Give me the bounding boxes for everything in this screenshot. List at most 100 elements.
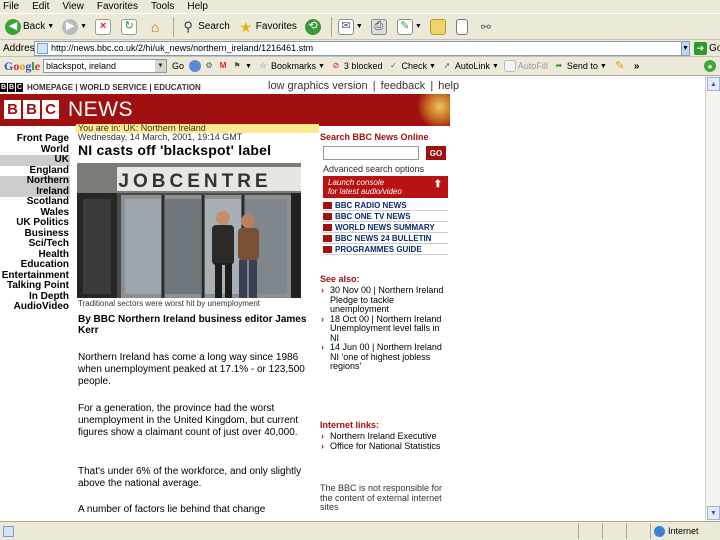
autofill-button[interactable]: AutoFill: [503, 60, 548, 72]
broadcast-icon: [323, 201, 332, 209]
menu-view[interactable]: View: [62, 1, 84, 12]
bookmarks-button[interactable]: ☆ Bookmarks ▼: [257, 60, 325, 72]
back-label: Back: [23, 21, 46, 32]
nav-item[interactable]: Scotland: [0, 196, 70, 208]
mail-button[interactable]: ✉ ▼: [335, 16, 366, 38]
nav-item[interactable]: Front Page: [0, 133, 70, 145]
menu-help[interactable]: Help: [187, 1, 208, 12]
bbc-logo: B B C: [4, 100, 61, 119]
page-title: NI casts off 'blackspot' label: [78, 142, 272, 158]
list-item[interactable]: 30 Nov 00 | Northern IrelandPledge to ta…: [320, 285, 450, 315]
av-link[interactable]: BBC NEWS 24 BULLETIN: [323, 233, 448, 244]
stop-icon: ×: [95, 18, 112, 35]
forward-button[interactable]: ▶ ▼: [59, 16, 90, 38]
back-arrow-icon: ◀: [5, 18, 21, 35]
go-label: Go: [708, 42, 720, 54]
bbc-news-banner[interactable]: B B C NEWS: [0, 94, 450, 126]
back-button[interactable]: ◀ Back ▼: [2, 16, 57, 38]
stop-button[interactable]: ×: [92, 16, 116, 38]
address-dropdown-button[interactable]: ▼: [681, 40, 690, 56]
favorites-button[interactable]: ★ Favorites: [235, 16, 300, 38]
menu-tools[interactable]: Tools: [151, 1, 174, 12]
nav-item[interactable]: UK Politics: [0, 217, 70, 229]
toolbar-overflow-chevron-icon[interactable]: »: [634, 61, 640, 72]
search-button[interactable]: ⚲ Search: [177, 16, 233, 38]
edit-icon: ✎: [396, 18, 413, 35]
av-link[interactable]: BBC ONE TV NEWS: [323, 211, 448, 222]
discuss-button[interactable]: [427, 16, 451, 38]
gmail-icon: M: [219, 61, 227, 70]
low-graphics-link[interactable]: low graphics version: [268, 80, 368, 92]
launch-console-button[interactable]: Launch console for latest audio/video ⬆: [323, 176, 448, 198]
nav-item[interactable]: UK: [0, 154, 70, 166]
list-item[interactable]: 14 Jun 00 | Northern IrelandNI 'one of h…: [320, 342, 450, 372]
pin-icon: ⚑: [233, 61, 241, 70]
page-icon: [37, 42, 48, 54]
send-to-button[interactable]: ➦ Send to ▼: [553, 60, 607, 72]
print-button[interactable]: ⎙: [368, 16, 392, 38]
nav-item[interactable]: AudioVideo: [0, 301, 70, 313]
menu-favorites[interactable]: Favorites: [97, 1, 138, 12]
search-icon: ⚲: [183, 19, 193, 34]
see-also-list: 30 Nov 00 | Northern IrelandPledge to ta…: [320, 285, 450, 372]
google-dropdown-icon[interactable]: ▼: [155, 60, 167, 72]
messenger-button[interactable]: [453, 16, 473, 38]
menu-bar: File Edit View Favorites Tools Help: [0, 0, 720, 14]
scroll-down-icon[interactable]: ▼: [707, 506, 720, 520]
article-date: Wednesday, 14 March, 2001, 19:14 GMT: [78, 132, 243, 142]
go-button[interactable]: ➜ Go: [693, 41, 720, 55]
nav-item[interactable]: Education: [0, 259, 70, 271]
research-button[interactable]: ⚯: [475, 16, 499, 38]
globe-icon: [654, 525, 665, 537]
autolink-icon: ➚: [443, 61, 451, 70]
highlight-icon[interactable]: ✎: [612, 58, 628, 74]
standard-toolbar: ◀ Back ▼ ▶ ▼ × ↻ ⌂ ⚲ Search ★ Favorites …: [0, 14, 720, 40]
menu-edit[interactable]: Edit: [32, 1, 49, 12]
page-status-icon: [3, 525, 14, 537]
bbc-small-logo[interactable]: B B C: [0, 82, 24, 92]
nav-item[interactable]: Northern: [0, 175, 70, 187]
av-link[interactable]: BBC RADIO NEWS: [323, 200, 448, 211]
autolink-button[interactable]: ➚ AutoLink ▼: [441, 60, 499, 72]
jobcentre-photo: JOBCENTRE: [77, 163, 301, 298]
menu-file[interactable]: File: [3, 1, 19, 12]
article-paragraph: For a generation, the province had the w…: [78, 403, 299, 438]
history-button[interactable]: ⟲: [302, 16, 326, 38]
google-logo[interactable]: Google: [0, 59, 43, 74]
search-input[interactable]: [323, 146, 419, 160]
spellcheck-button[interactable]: ✓ Check ▼: [387, 60, 436, 72]
see-also-heading: See also:: [320, 274, 360, 284]
popup-blocker-button[interactable]: ⊘ 3 blocked: [330, 60, 383, 72]
internet-links-heading: Internet links:: [320, 420, 380, 430]
edit-button[interactable]: ✎ ▼: [394, 16, 425, 38]
google-search-input[interactable]: blackspot, ireland ▼: [43, 59, 168, 73]
av-link[interactable]: WORLD NEWS SUMMARY: [323, 222, 448, 233]
list-item[interactable]: 18 Oct 00 | Northern IrelandUnemployment…: [320, 314, 450, 344]
address-bar: Address http://news.bbc.co.uk/2/hi/uk_ne…: [0, 40, 720, 57]
browser-window: File Edit View Favorites Tools Help ◀ Ba…: [0, 0, 720, 540]
scroll-up-icon[interactable]: ▲: [707, 77, 720, 91]
refresh-button[interactable]: ↻: [118, 16, 142, 38]
google-options-icon[interactable]: ●: [704, 60, 716, 72]
broadcast-icon: [323, 245, 332, 253]
google-query: blackspot, ireland: [46, 61, 117, 71]
address-url: http://news.bbc.co.uk/2/hi/uk_news/north…: [51, 43, 314, 53]
list-item[interactable]: Office for National Statistics: [320, 441, 450, 452]
up-arrow-icon: ⬆: [433, 179, 442, 190]
feedback-link[interactable]: feedback: [381, 80, 426, 92]
help-link[interactable]: help: [438, 80, 459, 92]
vertical-scrollbar[interactable]: ▲ ▼: [705, 76, 720, 521]
top-links-text[interactable]: HOMEPAGE | WORLD SERVICE | EDUCATION: [27, 83, 201, 92]
google-tools-button[interactable]: ⚙ M ⚑ ▼: [189, 60, 252, 72]
audio-video-links: BBC RADIO NEWS BBC ONE TV NEWS WORLD NEW…: [323, 200, 448, 255]
search-go-button[interactable]: GO: [426, 146, 446, 160]
av-link[interactable]: PROGRAMMES GUIDE: [323, 244, 448, 255]
address-input[interactable]: http://news.bbc.co.uk/2/hi/uk_news/north…: [34, 40, 682, 56]
address-label: Address: [3, 42, 40, 54]
nav-item[interactable]: Talking Point: [0, 280, 70, 292]
nav-item[interactable]: Sci/Tech: [0, 238, 70, 250]
google-go-button[interactable]: Go: [172, 61, 184, 71]
bookmark-star-icon: ☆: [259, 61, 267, 70]
home-button[interactable]: ⌂: [144, 16, 168, 38]
advanced-search-link[interactable]: Advanced search options: [323, 164, 424, 174]
